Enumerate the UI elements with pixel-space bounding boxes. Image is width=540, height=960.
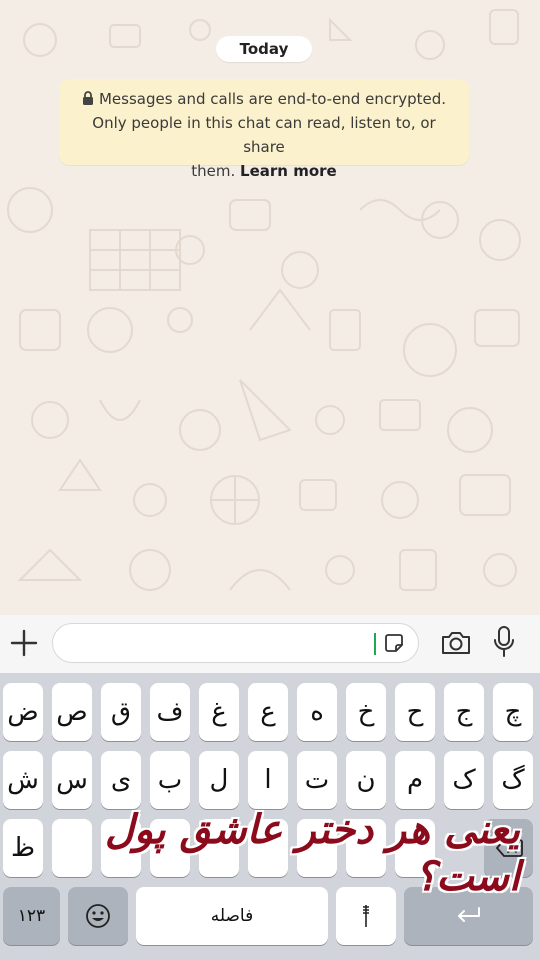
overlay-caption: یعنی هر دختر عاشق پول است؟ <box>104 806 520 900</box>
key[interactable]: ف <box>150 683 190 741</box>
key[interactable]: ی <box>101 751 141 809</box>
key[interactable]: ع <box>248 683 288 741</box>
key[interactable]: ا <box>248 751 288 809</box>
key[interactable]: گ <box>493 751 533 809</box>
encryption-notice[interactable]: Messages and calls are end-to-end encryp… <box>59 79 469 180</box>
key[interactable]: چ <box>493 683 533 741</box>
encryption-line-2: Only people in this chat can read, liste… <box>92 114 436 156</box>
microphone-icon[interactable] <box>492 625 516 659</box>
return-icon <box>457 907 480 922</box>
composer-bar <box>0 615 540 673</box>
key[interactable]: ل <box>199 751 239 809</box>
key[interactable]: س <box>52 751 92 809</box>
key[interactable]: ض <box>3 683 43 741</box>
text-cursor <box>374 633 376 655</box>
key[interactable]: ص <box>52 683 92 741</box>
date-label: Today <box>239 40 289 58</box>
key[interactable]: ش <box>3 751 43 809</box>
learn-more-link[interactable]: Learn more <box>240 162 337 180</box>
key[interactable]: ح <box>395 683 435 741</box>
numbers-key[interactable]: ۱۲۳ <box>3 887 60 945</box>
key[interactable]: خ <box>346 683 386 741</box>
lock-icon <box>82 91 93 105</box>
key[interactable]: ک <box>444 751 484 809</box>
zwnj-icon <box>363 905 369 927</box>
key[interactable]: ن <box>346 751 386 809</box>
sticker-icon[interactable] <box>383 632 405 654</box>
camera-icon[interactable] <box>440 629 472 657</box>
date-separator: Today <box>216 36 312 62</box>
key[interactable]: ت <box>297 751 337 809</box>
encryption-line-1: Messages and calls are end-to-end encryp… <box>98 90 447 108</box>
key[interactable]: م <box>395 751 435 809</box>
key[interactable]: ب <box>150 751 190 809</box>
key[interactable]: ق <box>101 683 141 741</box>
key[interactable]: ظ <box>3 819 43 877</box>
chat-background: Today Messages and calls are end-to-end … <box>0 0 540 615</box>
key[interactable]: غ <box>199 683 239 741</box>
key[interactable]: ج <box>444 683 484 741</box>
emoji-icon <box>86 904 110 928</box>
key[interactable]: ه <box>297 683 337 741</box>
plus-icon[interactable] <box>8 627 40 659</box>
encryption-line-3: them. <box>191 162 236 180</box>
message-input[interactable] <box>52 623 419 663</box>
